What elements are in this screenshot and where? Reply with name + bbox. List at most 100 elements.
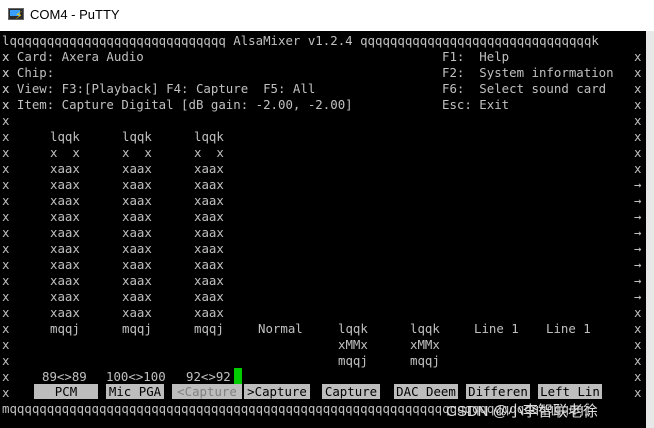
border-left: x [2,241,10,256]
border-right: x [634,337,642,352]
border-left: x [2,65,10,80]
switch-mid: xMMx [338,337,368,352]
volume-bar-segment: xaax [194,257,224,272]
volume-bar-segment: x x [194,145,224,160]
capture-value: 92<>92 [186,369,231,384]
volume-bar-segment: xaax [50,241,80,256]
border-left: x [2,129,10,144]
volume-bar-segment: xaax [50,209,80,224]
border-left: x [2,289,10,304]
switch-top: lqqk [410,321,440,336]
control-capture-selected[interactable]: <Capture [172,384,242,399]
switch-top: lqqk [338,321,368,336]
volume-bar-segment: xaax [50,177,80,192]
volume-bar-segment: xaax [50,305,80,320]
border-right: x [634,385,642,400]
border-right: → [634,241,642,256]
help-key-f1: F1: Help [442,49,510,64]
control-pcm[interactable]: PCM [34,384,98,399]
volume-bar-segment: lqqk [194,129,224,144]
terminal-cursor [234,368,242,384]
border-right: x [634,145,642,160]
title-bar: ⚡ COM4 - PuTTY [0,0,654,31]
border-left: x [2,193,10,208]
volume-bar-segment: xaax [122,177,152,192]
line-label-1: Line 1 [474,321,519,336]
border-left: x [2,209,10,224]
border-left: x [2,49,10,64]
volume-bar-segment: xaax [122,161,152,176]
volume-bar-segment: xaax [194,161,224,176]
control-mic-pga[interactable]: Mic PGA [106,384,164,399]
volume-bar-segment: xaax [194,289,224,304]
border-left: x [2,369,10,384]
volume-bar-segment: xaax [50,193,80,208]
volume-bar-segment: xaax [122,209,152,224]
border-left: x [2,353,10,368]
scrollbar[interactable] [646,31,654,428]
volume-bar-segment: xaax [194,273,224,288]
border-left: x [2,177,10,192]
volume-bar-segment: xaax [122,241,152,256]
volume-bar-segment: xaax [122,289,152,304]
switch-bottom: mqqj [410,353,440,368]
volume-bar-segment: lqqk [122,129,152,144]
volume-bar-segment: xaax [122,193,152,208]
chip-info: x Chip: [2,65,55,80]
volume-bar-segment: xaax [50,289,80,304]
border-right: → [634,193,642,208]
putty-icon: ⚡ [7,8,24,22]
border-right: x [634,81,642,96]
border-right: x [634,65,642,80]
volume-bar-segment: xaax [122,273,152,288]
volume-bar-segment: xaax [50,225,80,240]
mic-pga-value: 100<>100 [106,369,166,384]
normal-label: Normal [258,321,303,336]
volume-bar-segment: xaax [194,241,224,256]
border-right: x [634,49,642,64]
volume-bar-segment: xaax [194,177,224,192]
window-title: COM4 - PuTTY [30,7,120,22]
border-left: x [2,97,10,112]
volume-bar-segment: xaax [50,273,80,288]
border-right: → [634,225,642,240]
volume-bar-segment: xaax [50,161,80,176]
border-right: → [634,209,642,224]
border-left: x [2,113,10,128]
volume-bar-segment: mqqj [194,321,224,336]
volume-bar-segment: xaax [50,257,80,272]
line-label-2: Line 1 [546,321,591,336]
control-left-lin[interactable]: Left Lin [538,384,602,399]
border-right: x [634,161,642,176]
volume-bar-segment: x x [122,145,152,160]
border-right: x [634,113,642,128]
volume-bar-segment: lqqk [50,129,80,144]
border-left: x [2,225,10,240]
border-left: x [2,257,10,272]
volume-bar-segment: mqqj [50,321,80,336]
volume-bar-segment: mqqj [122,321,152,336]
border-right: → [634,257,642,272]
item-info: x Item: Capture Digital [dB gain: -2.00,… [2,97,353,112]
control-capture-3[interactable]: Capture [322,384,380,399]
border-left: x [2,81,10,96]
control-capture-2[interactable]: >Capture [244,384,310,399]
mixer-header: lqqqqqqqqqqqqqqqqqqqqqqqqqqqqq AlsaMixer… [2,33,599,48]
border-right: x [634,97,642,112]
control-dac-deem[interactable]: DAC Deem [394,384,458,399]
terminal-screen[interactable]: lqqqqqqqqqqqqqqqqqqqqqqqqqqqqq AlsaMixer… [0,31,646,428]
card-info: x Card: Axera Audio [2,49,144,64]
border-left: x [2,385,10,400]
volume-bar-segment: xaax [194,209,224,224]
help-key-f2: F2: System information [442,65,614,80]
border-left: x [2,337,10,352]
control-differen[interactable]: Differen [466,384,530,399]
volume-bar-segment: x x [50,145,80,160]
border-left: x [2,321,10,336]
volume-bar-segment: xaax [122,225,152,240]
border-left: x [2,161,10,176]
volume-bar-segment: xaax [194,225,224,240]
border-right: → [634,289,642,304]
border-right: x [634,305,642,320]
border-right: → [634,273,642,288]
